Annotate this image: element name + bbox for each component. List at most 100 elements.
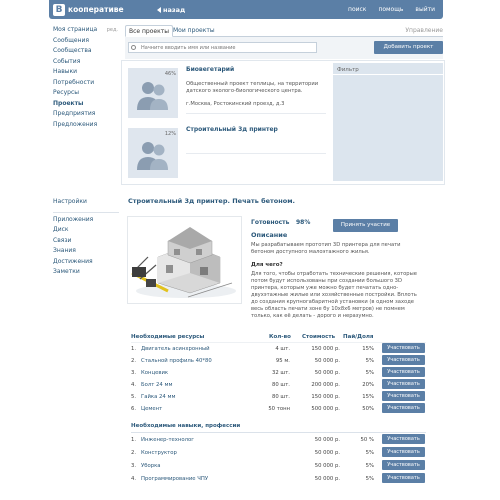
sidebar-item-knowledge[interactable]: Знания [53,246,121,257]
help-link[interactable]: помощь [378,6,403,13]
tab-my-projects[interactable]: Мои проекты [170,25,218,37]
purpose-text: Для того, чтобы отработать технические р… [251,271,417,319]
skill-name[interactable]: Программирование ЧПУ [141,476,208,482]
divider [186,113,326,114]
resource-name[interactable]: Цемент [141,406,162,412]
back-link[interactable]: назад [157,6,185,14]
resource-cost: 50 000 р. [314,370,340,376]
edit-menu-link[interactable]: ред. [107,25,118,36]
logo-letter: В [53,3,65,16]
resource-name[interactable]: Стальной профиль 40*80 [141,358,212,364]
row-number: 2. [131,450,137,456]
back-label: назад [163,6,186,14]
resource-quantity: 80 шт. [271,382,290,388]
skill-cost: 50 000 р. [314,463,340,469]
participate-button[interactable]: Участвовать [382,355,425,365]
participate-button[interactable]: Участвовать [382,367,425,377]
filter-title: Фильтр [337,67,359,73]
sidebar-item-messages[interactable]: Сообщения [53,36,121,47]
participate-button[interactable]: Участвовать [382,379,425,389]
project-title[interactable]: Строительный 3д принтер [186,126,278,133]
sidebar-item-my-page[interactable]: Моя страница ред. [53,25,121,36]
resource-name[interactable]: Концевик [141,370,168,376]
sidebar-item-settings[interactable]: Настройки [53,197,121,208]
resource-cost: 50 000 р. [314,358,340,364]
join-project-button[interactable]: Принять участие [333,219,398,232]
row-number: 4. [131,476,137,482]
sidebar-item-communities[interactable]: Сообщества [53,46,121,57]
sidebar-item-offers[interactable]: Предложения [53,120,121,131]
sidebar-item-notes[interactable]: Заметки [53,267,121,278]
divider [131,432,426,433]
skill-cost: 50 000 р. [314,450,340,456]
participate-button[interactable]: Участвовать [382,434,425,444]
manage-link[interactable]: Управление [405,27,443,34]
project-title[interactable]: Биовегетарий [186,66,234,73]
resource-quantity: 95 м. [275,358,290,364]
participate-button[interactable]: Участвовать [382,343,425,353]
top-header-bar: В кооперативе назад поиск помощь выйти [49,0,443,19]
resource-cost: 200 000 р. [311,382,340,388]
list-item[interactable]: 46% Биовегетарий Общественный проект теп… [125,61,328,121]
share-header: Пай/Доля [343,334,374,340]
sidebar-menu-secondary: Настройки Приложения Диск Связи Знания Д… [53,197,121,278]
row-number: 6. [131,406,137,412]
sidebar-divider [53,211,119,213]
add-project-button[interactable]: Добавить проект [374,41,443,54]
readiness-label: Готовность [251,219,290,226]
search-input[interactable] [128,42,317,53]
sidebar-item-skills[interactable]: Навыки [53,67,121,78]
table-row: 2. Стальной профиль 40*80 95 м. 50 000 р… [131,355,431,367]
project-tabs: Все проекты Мои проекты Управление [125,25,443,37]
sidebar-item-apps[interactable]: Приложения [53,215,121,226]
project-avatar[interactable]: 12% [128,128,178,178]
skill-share: 5% [365,450,374,456]
resource-quantity: 32 шт. [271,370,290,376]
participate-button[interactable]: Участвовать [382,473,425,483]
logout-link[interactable]: выйти [415,6,435,13]
skill-share: 5% [365,463,374,469]
sidebar-item-disk[interactable]: Диск [53,225,121,236]
row-number: 3. [131,463,137,469]
resource-quantity: 4 шт. [275,346,290,352]
resources-header: Необходимые ресурсы [131,334,205,340]
sidebar-item-projects[interactable]: Проекты [53,99,121,110]
row-number: 1. [131,437,137,443]
sidebar-item-achievements[interactable]: Достижения [53,257,121,268]
search-link[interactable]: поиск [348,6,366,13]
list-item[interactable]: 12% Строительный 3д принтер [125,121,328,181]
sidebar-item-resources[interactable]: Ресурсы [53,88,121,99]
participate-button[interactable]: Участвовать [382,460,425,470]
resource-share: 15% [362,394,374,400]
sidebar-item-connections[interactable]: Связи [53,236,121,247]
project-avatar[interactable]: 46% [128,68,178,118]
row-number: 3. [131,370,137,376]
back-arrow-icon [157,7,161,13]
app-logo[interactable]: В кооперативе [53,3,124,16]
filter-panel: Фильтр [333,63,443,181]
skill-name[interactable]: Уборка [141,463,161,469]
skills-header: Необходимые навыки, профессии [131,423,241,429]
sidebar-menu: Моя страница ред. Сообщения Сообщества С… [53,25,121,130]
participate-button[interactable]: Участвовать [382,447,425,457]
logo-text: кооперативе [68,5,124,14]
row-number: 5. [131,394,137,400]
sidebar-item-events[interactable]: События [53,57,121,68]
table-row: 4. Программирование ЧПУ 50 000 р. 5% Уча… [131,473,431,485]
sidebar-item-needs[interactable]: Потребности [53,78,121,89]
resource-cost: 500 000 р. [311,406,340,412]
project-detail-title: Строительный 3д принтер. Печать бетоном. [128,197,295,205]
participate-button[interactable]: Участвовать [382,403,425,413]
skill-name[interactable]: Инженер-технолог [141,437,194,443]
table-row: 1. Инженер-технолог 50 000 р. 50 % Участ… [131,434,431,446]
resource-cost: 150 000 р. [311,394,340,400]
progress-percent: 46% [164,71,176,77]
resource-name[interactable]: Болт 24 мм [141,382,172,388]
tab-all-projects[interactable]: Все проекты [125,25,173,37]
participate-button[interactable]: Участвовать [382,391,425,401]
resource-name[interactable]: Двигатель асинхронный [141,346,210,352]
resource-name[interactable]: Гайка 24 мм [141,394,175,400]
skill-name[interactable]: Конструктор [141,450,177,456]
sidebar-item-enterprises[interactable]: Предприятия [53,109,121,120]
projects-list: 46% Биовегетарий Общественный проект теп… [125,61,328,181]
